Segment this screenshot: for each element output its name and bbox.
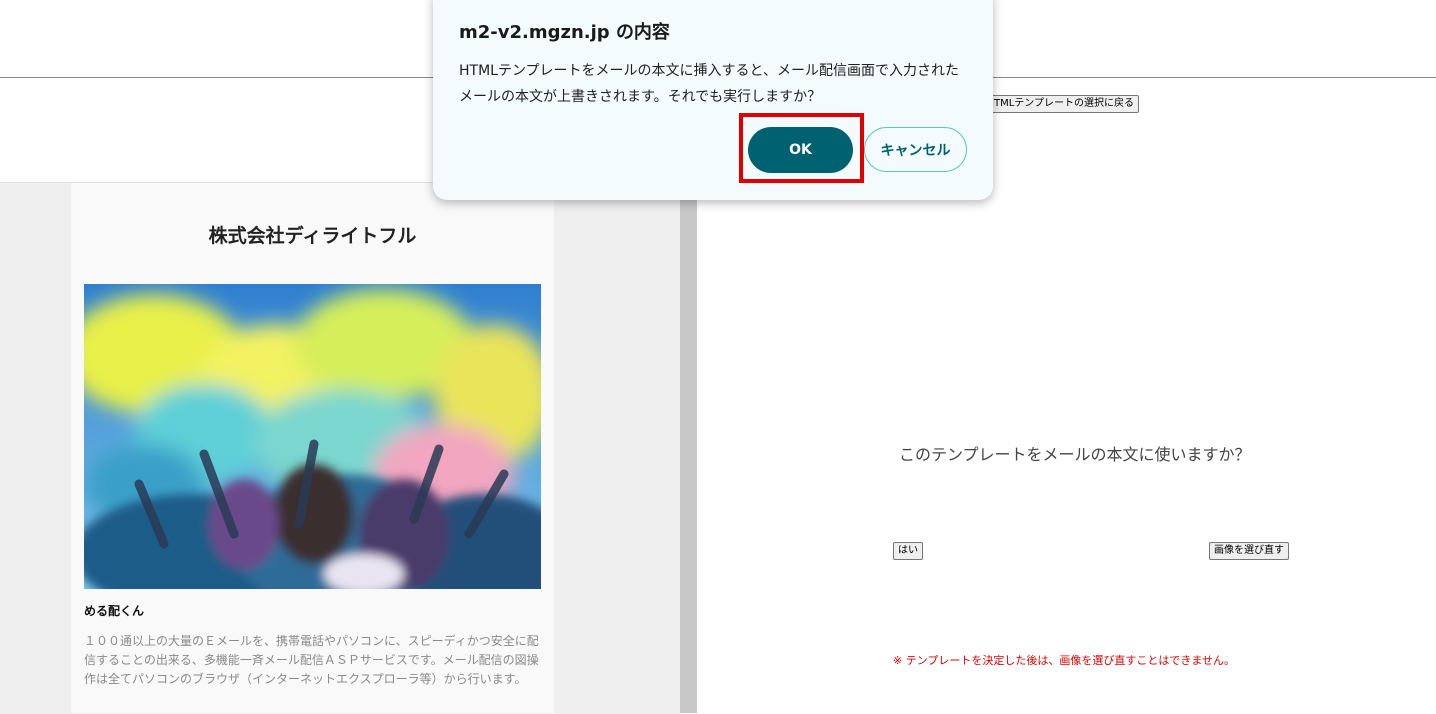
preview-hero-image [84,284,541,589]
preview-brand-name: める配くん [84,604,145,618]
confirm-dialog: m2-v2.mgzn.jp の内容 HTMLテンプレートをメールの本文に挿入する… [433,0,993,200]
ok-button-highlight [739,113,864,183]
color-powder-festival-image [84,284,541,589]
yes-button[interactable]: はい [893,542,923,560]
preview-company-name: 株式会社ディライトフル [208,225,417,247]
reselect-image-button[interactable]: 画像を選び直す [1209,542,1289,560]
preview-description: １００通以上の大量のＥメールを、携帯電話やパソコンに、スピーディかつ安全に配信す… [84,634,539,686]
dialog-title: m2-v2.mgzn.jp の内容 [459,22,670,43]
cancel-button[interactable]: キャンセル [864,127,967,172]
template-preview: 株式会社ディライトフル める配くん １００通以上の大量のＥメールを、携帯電話やパ… [71,183,554,713]
dialog-message: HTMLテンプレートをメールの本文に挿入すると、メール配信画面で入力されたメール… [459,63,959,105]
preview-scrollbar[interactable] [680,182,697,713]
use-template-question: このテンプレートをメールの本文に使いますか？ [899,445,1251,464]
reselect-warning: ※ テンプレートを決定した後は、画像を選び直すことはできません。 [893,654,1236,667]
